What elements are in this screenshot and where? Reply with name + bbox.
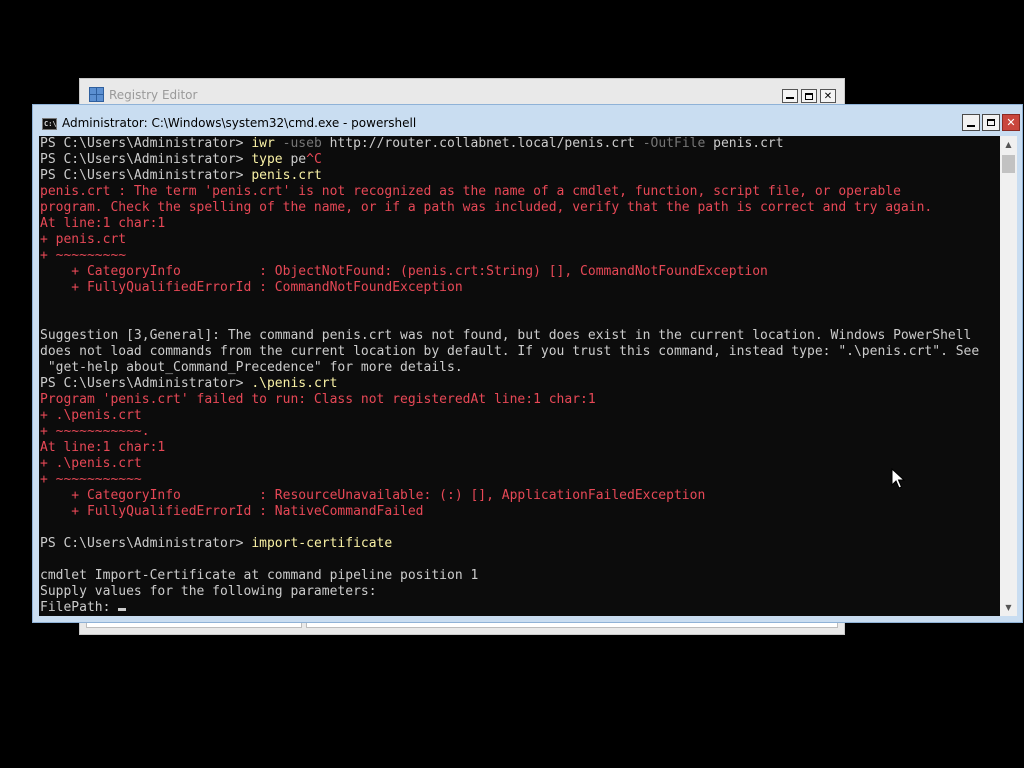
console-titlebar[interactable]: C:\ Administrator: C:\Windows\system32\c…: [33, 105, 1022, 135]
console-text-segment: At line:1 char:1: [40, 440, 166, 455]
console-text-segment: ^C: [306, 152, 322, 167]
mouse-pointer-icon: [891, 468, 905, 489]
console-text-segment: penis.crt : The term 'penis.crt' is not …: [40, 184, 901, 199]
registry-close-button[interactable]: ✕: [820, 89, 836, 103]
console-text-segment: .\penis.crt: [251, 376, 338, 391]
console-line: + penis.crt: [40, 232, 998, 248]
console-text-segment: "get-help about_Command_Precedence" for …: [40, 360, 463, 375]
console-line: + FullyQualifiedErrorId : CommandNotFoun…: [40, 280, 998, 296]
console-line: Supply values for the following paramete…: [40, 584, 998, 600]
console-line: + .\penis.crt: [40, 408, 998, 424]
minimize-icon: [967, 124, 975, 127]
console-text: PS C:\Users\Administrator> iwr -useb htt…: [40, 136, 998, 616]
console-text-segment: -useb: [282, 136, 330, 151]
close-icon: ✕: [1006, 116, 1016, 129]
console-text-segment: type: [251, 152, 291, 167]
console-text-segment: Program 'penis.crt' failed to run: Class…: [40, 392, 596, 407]
vertical-scrollbar[interactable]: ▲ ▼: [1000, 136, 1017, 616]
console-text-segment: Supply values for the following paramete…: [40, 584, 377, 599]
console-line: + .\penis.crt: [40, 456, 998, 472]
console-text-segment: iwr: [251, 136, 283, 151]
console-line: + ~~~~~~~~~: [40, 248, 998, 264]
console-text-segment: http://router.collabnet.local/penis.crt: [329, 136, 643, 151]
minimize-button[interactable]: [962, 114, 980, 131]
registry-minimize-button[interactable]: [782, 89, 798, 103]
console-text-segment: + ~~~~~~~~~~~.: [40, 424, 150, 439]
console-text-segment: + ~~~~~~~~~~~: [40, 472, 142, 487]
console-text-segment: -OutFile: [642, 136, 714, 151]
console-text-segment: + FullyQualifiedErrorId : NativeCommandF…: [40, 504, 424, 519]
console-line: PS C:\Users\Administrator> iwr -useb htt…: [40, 136, 998, 152]
console-line: + ~~~~~~~~~~~: [40, 472, 998, 488]
console-text-segment: PS C:\Users\Administrator>: [40, 136, 252, 151]
console-window[interactable]: C:\ Administrator: C:\Windows\system32\c…: [32, 104, 1023, 623]
console-line: + CategoryInfo : ObjectNotFound: (penis.…: [40, 264, 998, 280]
maximize-icon: [987, 119, 995, 126]
scrollbar-thumb[interactable]: [1002, 155, 1015, 173]
cmd-icon: C:\: [42, 118, 57, 130]
console-text-segment: penis.crt: [713, 136, 784, 151]
console-text-segment: + .\penis.crt: [40, 456, 142, 471]
console-line: PS C:\Users\Administrator> import-certif…: [40, 536, 998, 552]
console-text-segment: cmdlet Import-Certificate at command pip…: [40, 568, 479, 583]
text-cursor: [118, 608, 127, 611]
console-line: does not load commands from the current …: [40, 344, 998, 360]
console-text-segment: penis.crt: [251, 168, 322, 183]
console-text-segment: At line:1 char:1: [40, 216, 166, 231]
console-line: PS C:\Users\Administrator> .\penis.crt: [40, 376, 998, 392]
console-text-segment: + FullyQualifiedErrorId : CommandNotFoun…: [40, 280, 463, 295]
console-text-segment: + CategoryInfo : ResourceUnavailable: (:…: [40, 488, 706, 503]
console-output-area[interactable]: PS C:\Users\Administrator> iwr -useb htt…: [39, 136, 1017, 616]
scroll-down-arrow-icon[interactable]: ▼: [1000, 599, 1017, 616]
console-line: At line:1 char:1: [40, 440, 998, 456]
console-window-title: Administrator: C:\Windows\system32\cmd.e…: [62, 116, 417, 130]
console-line: program. Check the spelling of the name,…: [40, 200, 998, 216]
scroll-up-arrow-icon[interactable]: ▲: [1000, 136, 1017, 153]
console-line: FilePath:: [40, 600, 998, 616]
console-line: + CategoryInfo : ResourceUnavailable: (:…: [40, 488, 998, 504]
maximize-button[interactable]: [982, 114, 1000, 131]
console-line: + ~~~~~~~~~~~.: [40, 424, 998, 440]
console-line: PS C:\Users\Administrator> penis.crt: [40, 168, 998, 184]
console-line: PS C:\Users\Administrator> type pe^C: [40, 152, 998, 168]
console-text-segment: does not load commands from the current …: [40, 344, 980, 359]
console-line: "get-help about_Command_Precedence" for …: [40, 360, 998, 376]
console-text-segment: PS C:\Users\Administrator>: [40, 376, 252, 391]
console-line: penis.crt : The term 'penis.crt' is not …: [40, 184, 998, 200]
console-text-segment: + penis.crt: [40, 232, 127, 247]
console-text-segment: + CategoryInfo : ObjectNotFound: (penis.…: [40, 264, 768, 279]
registry-editor-titlebar[interactable]: Registry Editor ✕: [80, 79, 844, 107]
console-line: At line:1 char:1: [40, 216, 998, 232]
console-text-segment: FilePath:: [40, 600, 119, 615]
console-text-segment: import-certificate: [251, 536, 393, 551]
console-text-segment: program. Check the spelling of the name,…: [40, 200, 933, 215]
console-text-segment: Suggestion [3,General]: The command peni…: [40, 328, 972, 343]
console-text-segment: + .\penis.crt: [40, 408, 142, 423]
registry-editor-icon: [89, 86, 104, 102]
console-text-segment: PS C:\Users\Administrator>: [40, 168, 252, 183]
console-line: Program 'penis.crt' failed to run: Class…: [40, 392, 998, 408]
console-line: + FullyQualifiedErrorId : NativeCommandF…: [40, 504, 998, 520]
console-text-segment: PS C:\Users\Administrator>: [40, 152, 252, 167]
registry-maximize-button[interactable]: [801, 89, 817, 103]
console-line: Suggestion [3,General]: The command peni…: [40, 328, 998, 344]
close-button[interactable]: ✕: [1002, 114, 1020, 131]
console-line: cmdlet Import-Certificate at command pip…: [40, 568, 998, 584]
console-text-segment: + ~~~~~~~~~: [40, 248, 127, 263]
registry-editor-title: Registry Editor: [109, 88, 198, 102]
console-text-segment: PS C:\Users\Administrator>: [40, 536, 252, 551]
console-text-segment: pe: [290, 152, 307, 167]
